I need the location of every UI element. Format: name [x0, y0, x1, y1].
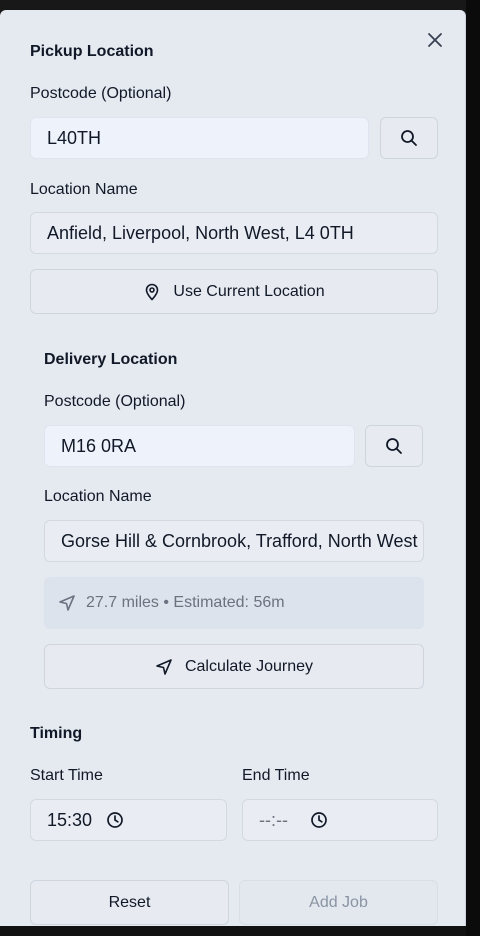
- start-time-input[interactable]: 15:30: [30, 799, 227, 841]
- pickup-section-title: Pickup Location: [30, 43, 154, 60]
- delivery-location-input[interactable]: Gorse Hill & Cornbrook, Trafford, North …: [44, 520, 424, 562]
- reset-button[interactable]: Reset: [30, 880, 229, 925]
- delivery-postcode-label: Postcode (Optional): [44, 393, 186, 410]
- calculate-journey-button[interactable]: Calculate Journey: [44, 644, 424, 689]
- journey-info-text: 27.7 miles • Estimated: 56m: [86, 594, 285, 611]
- pickup-postcode-input[interactable]: L40TH: [30, 117, 369, 159]
- use-current-location-button[interactable]: Use Current Location: [30, 269, 438, 314]
- add-job-button[interactable]: Add Job: [239, 880, 438, 925]
- navigation-icon: [156, 658, 172, 675]
- end-time-value: --:--: [259, 809, 288, 830]
- pickup-location-label: Location Name: [30, 181, 138, 198]
- delivery-section-title: Delivery Location: [44, 351, 178, 368]
- end-time-input[interactable]: --:--: [242, 799, 438, 841]
- clock-icon[interactable]: [310, 811, 328, 829]
- pickup-search-button[interactable]: [380, 117, 438, 159]
- navigation-icon: [59, 595, 75, 611]
- clock-icon[interactable]: [106, 811, 124, 829]
- start-time-label: Start Time: [30, 767, 103, 784]
- pickup-location-input[interactable]: Anfield, Liverpool, North West, L4 0TH: [30, 212, 438, 254]
- add-job-button-label: Add Job: [309, 893, 368, 911]
- reset-button-label: Reset: [108, 893, 151, 911]
- search-icon: [386, 438, 402, 454]
- close-icon: [428, 33, 442, 47]
- pickup-postcode-label: Postcode (Optional): [30, 85, 172, 102]
- timing-section-title: Timing: [30, 725, 83, 742]
- journey-info: 27.7 miles • Estimated: 56m: [44, 577, 424, 629]
- delivery-postcode-input[interactable]: M16 0RA: [44, 425, 355, 467]
- end-time-label: End Time: [242, 767, 310, 784]
- search-icon: [401, 130, 417, 146]
- backdrop-edge: [466, 0, 480, 936]
- calculate-journey-label: Calculate Journey: [184, 657, 314, 675]
- map-pin-icon: [146, 283, 159, 300]
- use-current-location-label: Use Current Location: [173, 282, 325, 300]
- delivery-location-label: Location Name: [44, 488, 152, 505]
- job-form-panel: Pickup Location Postcode (Optional) L40T…: [0, 10, 466, 926]
- start-time-value: 15:30: [47, 809, 93, 830]
- delivery-search-button[interactable]: [365, 425, 423, 467]
- close-button[interactable]: [423, 28, 447, 52]
